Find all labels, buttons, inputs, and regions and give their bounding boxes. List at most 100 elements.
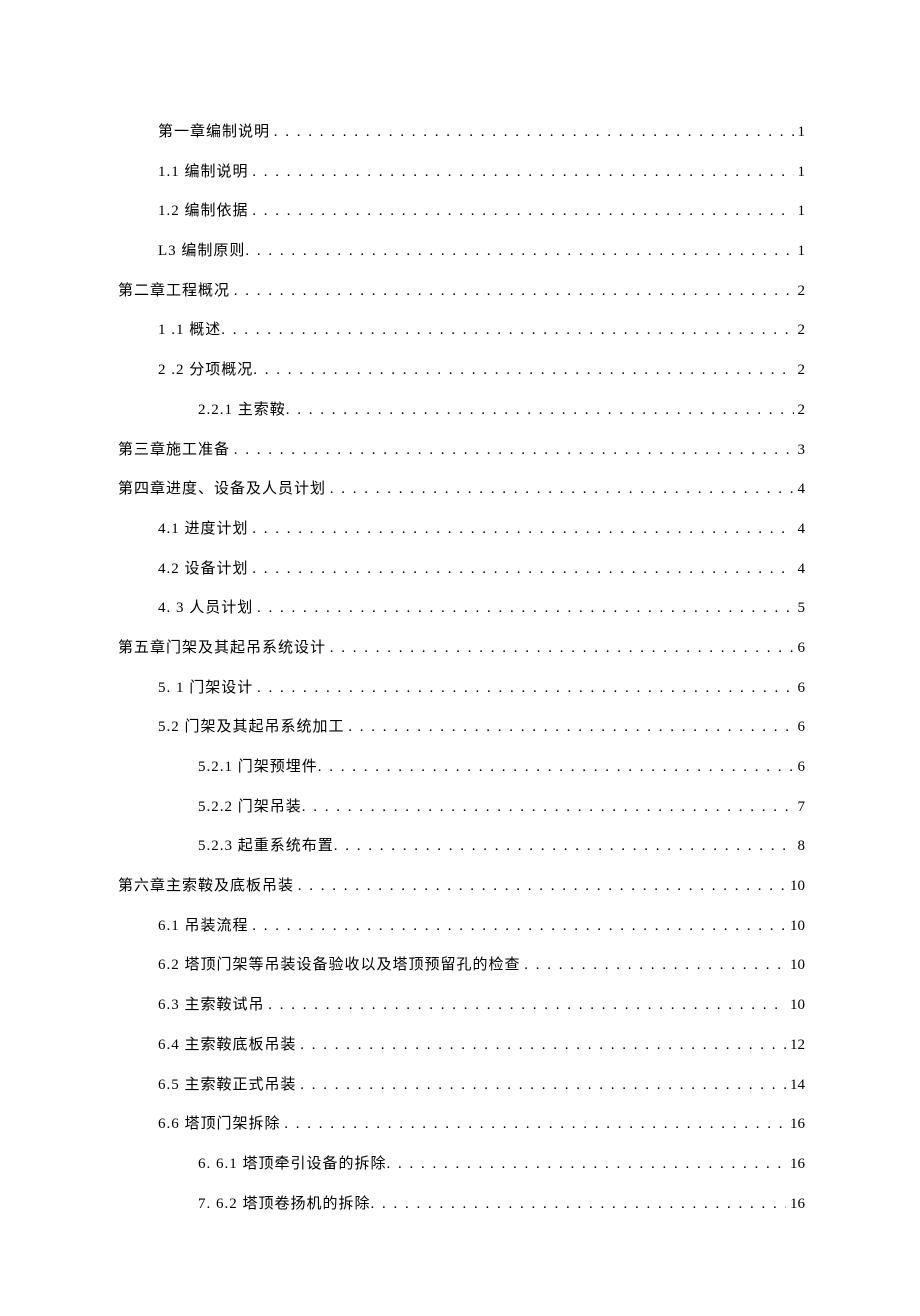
toc-leader-dots xyxy=(284,1117,786,1132)
toc-list: 第一章编制说明 11.1 编制说明 11.2 编制依据 1L3 编制原则1第二章… xyxy=(118,125,805,1212)
toc-leader-dots xyxy=(252,562,793,577)
toc-page-number: 16 xyxy=(786,1157,805,1172)
toc-label: 1 .1 概述 xyxy=(158,323,221,338)
toc-entry: 4. 3 人员计划 5 xyxy=(118,601,805,616)
toc-label: 5.2.3 起重系统布置 xyxy=(198,839,334,854)
toc-page-number: 6 xyxy=(794,760,806,775)
toc-leader-dots xyxy=(252,919,786,934)
toc-leader-dots xyxy=(221,323,793,338)
toc-page-number: 2 xyxy=(794,284,806,299)
toc-leader-dots xyxy=(234,443,794,458)
toc-page-number: 4 xyxy=(794,522,806,537)
toc-leader-dots xyxy=(252,165,793,180)
toc-label: 第三章施工准备 xyxy=(118,443,230,458)
toc-label: 第五章门架及其起吊系统设计 xyxy=(118,641,326,656)
toc-entry: 第六章主索鞍及底板吊装 10 xyxy=(118,879,805,894)
toc-leader-dots xyxy=(330,482,794,497)
toc-label: 7. 6.2 塔顶卷扬机的拆除 xyxy=(198,1197,371,1212)
toc-page-number: 8 xyxy=(794,839,806,854)
toc-label: 4.2 设备计划 xyxy=(158,562,249,577)
toc-page-number: 10 xyxy=(786,919,805,934)
toc-entry: 4.2 设备计划 4 xyxy=(118,562,805,577)
toc-entry: 6.4 主索鞍底板吊装 12 xyxy=(118,1038,805,1053)
toc-page-number: 6 xyxy=(794,641,806,656)
toc-page-number: 3 xyxy=(794,443,806,458)
toc-entry: 2 .2 分项概况 2 xyxy=(118,363,805,378)
toc-leader-dots xyxy=(245,244,793,259)
toc-entry: 5. 1 门架设计 6 xyxy=(118,681,805,696)
toc-leader-dots xyxy=(300,1038,786,1053)
toc-entry: 第二章工程概况 2 xyxy=(118,284,805,299)
toc-label: 4. 3 人员计划 xyxy=(158,601,253,616)
toc-leader-dots xyxy=(268,998,786,1013)
toc-entry: 6.2 塔顶门架等吊装设备验收以及塔顶预留孔的检查 10 xyxy=(118,958,805,973)
toc-leader-dots xyxy=(252,522,793,537)
toc-leader-dots xyxy=(334,839,794,854)
toc-label: 5.2 门架及其起吊系统加工 xyxy=(158,720,345,735)
toc-entry: L3 编制原则 1 xyxy=(118,244,805,259)
toc-entry: 第三章施工准备 3 xyxy=(118,443,805,458)
toc-entry: 5.2.3 起重系统布置 8 xyxy=(118,839,805,854)
toc-leader-dots xyxy=(387,1157,786,1172)
toc-label: 5.2.1 门架预埋件 xyxy=(198,760,318,775)
toc-label: 第四章进度、设备及人员计划 xyxy=(118,482,326,497)
toc-entry: 6.1 吊装流程 10 xyxy=(118,919,805,934)
toc-label: 5. 1 门架设计 xyxy=(158,681,253,696)
toc-label: 6. 6.1 塔顶牵引设备的拆除 xyxy=(198,1157,387,1172)
toc-label: 6.3 主索鞍试吊 xyxy=(158,998,265,1013)
toc-label: 4.1 进度计划 xyxy=(158,522,249,537)
toc-entry: 6.3 主索鞍试吊 10 xyxy=(118,998,805,1013)
toc-label: L3 编制原则 xyxy=(158,244,245,259)
toc-leader-dots xyxy=(257,601,793,616)
toc-page-number: 2 xyxy=(794,403,806,418)
toc-leader-dots xyxy=(300,1078,786,1093)
toc-page-number: 1 xyxy=(794,125,806,140)
toc-label: 6.4 主索鞍底板吊装 xyxy=(158,1038,297,1053)
toc-label: 1.2 编制依据 xyxy=(158,204,249,219)
toc-page-number: 5 xyxy=(794,601,806,616)
toc-page-number: 10 xyxy=(786,879,805,894)
toc-page-number: 16 xyxy=(786,1117,805,1132)
toc-leader-dots xyxy=(286,403,794,418)
toc-page-number: 6 xyxy=(794,720,806,735)
toc-label: 5.2.2 门架吊装 xyxy=(198,800,302,815)
toc-label: 6.2 塔顶门架等吊装设备验收以及塔顶预留孔的检查 xyxy=(158,958,521,973)
toc-page-number: 4 xyxy=(794,562,806,577)
toc-page: 第一章编制说明 11.1 编制说明 11.2 编制依据 1L3 编制原则1第二章… xyxy=(0,0,920,1316)
toc-label: 2.2.1 主索鞍 xyxy=(198,403,286,418)
toc-entry: 7. 6.2 塔顶卷扬机的拆除 16 xyxy=(118,1197,805,1212)
toc-label: 第一章编制说明 xyxy=(158,125,270,140)
toc-leader-dots xyxy=(234,284,794,299)
toc-leader-dots xyxy=(253,363,793,378)
toc-page-number: 7 xyxy=(794,800,806,815)
toc-page-number: 14 xyxy=(786,1078,805,1093)
toc-entry: 5.2.2 门架吊装 7 xyxy=(118,800,805,815)
toc-entry: 第五章门架及其起吊系统设计 6 xyxy=(118,641,805,656)
toc-page-number: 1 xyxy=(794,244,806,259)
toc-leader-dots xyxy=(302,800,794,815)
toc-leader-dots xyxy=(348,720,793,735)
toc-entry: 6. 6.1 塔顶牵引设备的拆除 16 xyxy=(118,1157,805,1172)
toc-page-number: 4 xyxy=(794,482,806,497)
toc-label: 第六章主索鞍及底板吊装 xyxy=(118,879,294,894)
toc-page-number: 2 xyxy=(794,363,806,378)
toc-leader-dots xyxy=(274,125,794,140)
toc-leader-dots xyxy=(330,641,794,656)
toc-label: 6.1 吊装流程 xyxy=(158,919,249,934)
toc-page-number: 6 xyxy=(794,681,806,696)
toc-page-number: 16 xyxy=(786,1197,805,1212)
toc-page-number: 12 xyxy=(786,1038,805,1053)
toc-entry: 5.2 门架及其起吊系统加工 6 xyxy=(118,720,805,735)
toc-entry: 6.6 塔顶门架拆除 16 xyxy=(118,1117,805,1132)
toc-entry: 6.5 主索鞍正式吊装 14 xyxy=(118,1078,805,1093)
toc-page-number: 10 xyxy=(786,958,805,973)
toc-label: 2 .2 分项概况 xyxy=(158,363,253,378)
toc-leader-dots xyxy=(318,760,794,775)
toc-page-number: 1 xyxy=(794,165,806,180)
toc-leader-dots xyxy=(298,879,786,894)
toc-label: 第二章工程概况 xyxy=(118,284,230,299)
toc-label: 6.6 塔顶门架拆除 xyxy=(158,1117,281,1132)
toc-leader-dots xyxy=(371,1197,786,1212)
toc-entry: 1 .1 概述2 xyxy=(118,323,805,338)
toc-entry: 2.2.1 主索鞍 2 xyxy=(118,403,805,418)
